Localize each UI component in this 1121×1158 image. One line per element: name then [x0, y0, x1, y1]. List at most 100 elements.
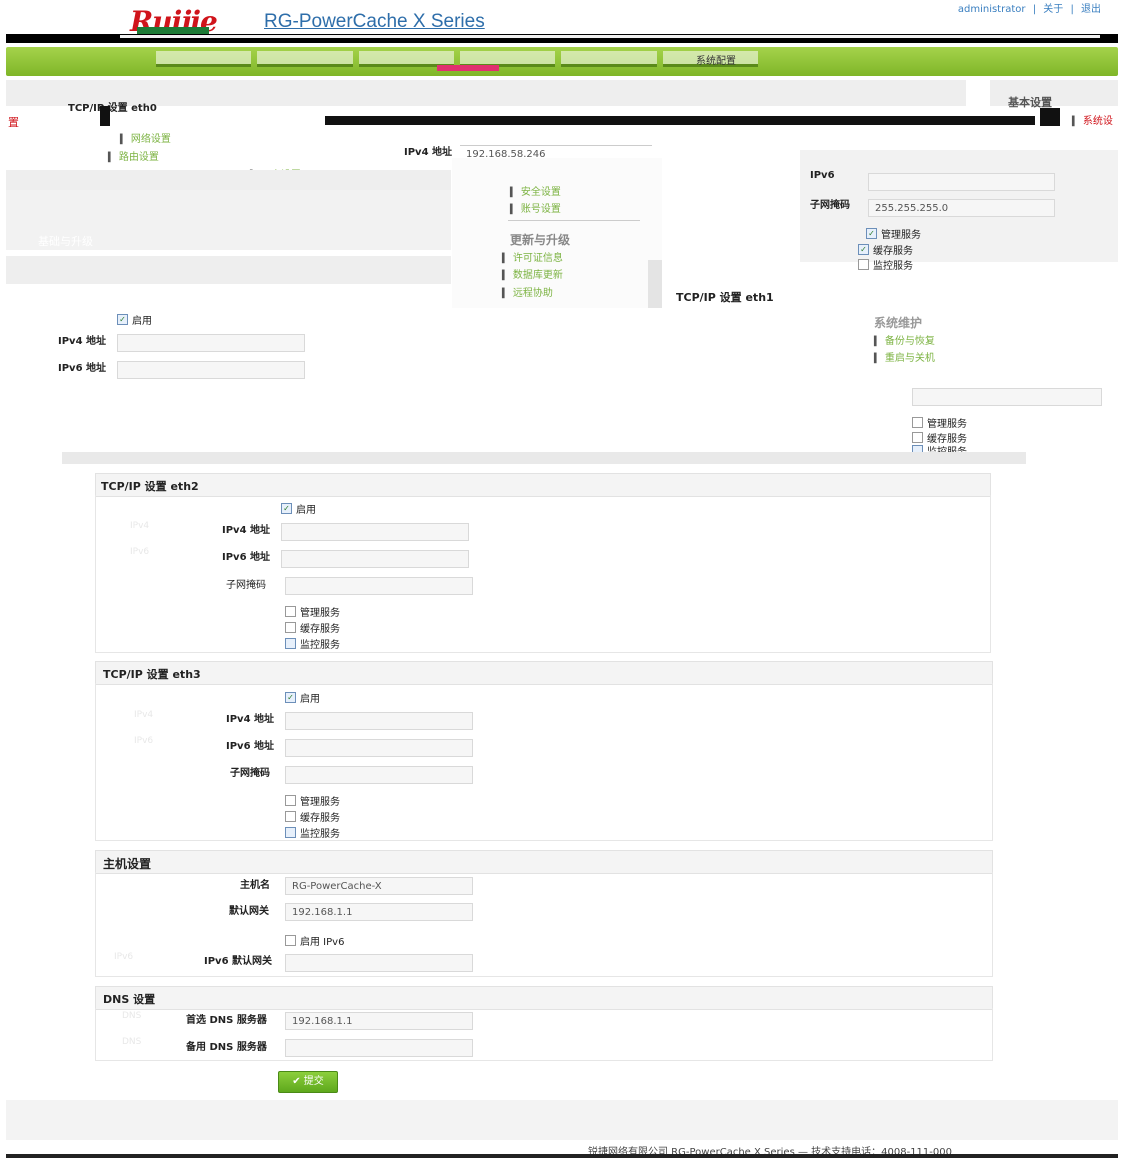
eth1-cache-service[interactable]: 缓存服务 [912, 430, 967, 445]
checkbox-label: 监控服务 [300, 640, 340, 651]
eth1-ipv6-input[interactable] [117, 361, 305, 379]
eth2-panel [95, 495, 991, 653]
nav-item[interactable] [561, 51, 657, 67]
sidebar-group: 基础与升级 [38, 235, 93, 248]
top-links: administrator | 关于 | 退出 [956, 0, 1103, 15]
menu-item-remote[interactable]: 远程协助 [502, 284, 553, 299]
admin-link[interactable]: administrator [956, 4, 1028, 15]
checkbox-label: 缓存服务 [873, 246, 913, 257]
nav-item[interactable] [156, 51, 252, 67]
nav-item[interactable] [257, 51, 353, 67]
eth3-enable[interactable]: ✓ 启用 [285, 690, 320, 705]
menu-group-update: 更新与升级 [510, 233, 571, 247]
eth1-mgmt-service[interactable]: 管理服务 [912, 415, 967, 430]
checkbox[interactable] [285, 935, 296, 946]
host-titlebar [95, 850, 993, 874]
checkbox[interactable] [912, 432, 923, 443]
checkbox[interactable] [285, 811, 296, 822]
checkbox[interactable] [912, 417, 923, 428]
right-subnet-label: 子网掩码 [810, 200, 850, 211]
checkbox[interactable]: ✓ [285, 692, 296, 703]
right-subnet-input[interactable]: 255.255.255.0 [868, 199, 1055, 217]
enable-ipv6[interactable]: 启用 IPv6 [285, 933, 344, 948]
checkbox[interactable]: ✓ [281, 503, 292, 514]
header-divider-highlight [120, 35, 1100, 38]
eth3-titlebar [95, 661, 993, 685]
eth3-ipv6-input[interactable] [285, 739, 473, 757]
primary-dns-input[interactable]: 192.168.1.1 [285, 1012, 473, 1030]
sidebar-item-network[interactable]: 网络设置 [120, 130, 171, 145]
eth2-titlebar [95, 473, 991, 497]
eth3-monitor-service[interactable]: 监控服务 [285, 825, 340, 840]
eth2-ipv6-input[interactable] [281, 550, 469, 568]
checkbox[interactable]: ✓ [858, 244, 869, 255]
gateway-input[interactable]: 192.168.1.1 [285, 903, 473, 921]
logout-link[interactable]: 退出 [1079, 4, 1103, 15]
menu-group-maint: 系统维护 [874, 316, 923, 330]
about-link[interactable]: 关于 [1041, 4, 1065, 15]
eth2-mgmt-service[interactable]: 管理服务 [285, 604, 340, 619]
checkbox[interactable] [285, 622, 296, 633]
checkbox[interactable] [285, 827, 296, 838]
submit-button[interactable]: ✔ 提交 [278, 1071, 338, 1093]
right-monitor-service[interactable]: 监控服务 [858, 257, 913, 272]
checkbox[interactable] [285, 606, 296, 617]
band [6, 170, 451, 190]
system-setup-link[interactable]: 系统设 [1072, 112, 1113, 127]
nav-items [156, 51, 758, 67]
eth3-ipv4-input[interactable] [285, 712, 473, 730]
gateway-label: 默认网关 [229, 906, 269, 917]
checkbox-label: 启用 [300, 694, 320, 705]
eth1-ipv4-input[interactable] [117, 334, 305, 352]
hostname-label: 主机名 [240, 880, 270, 891]
eth2-enable[interactable]: ✓ 启用 [281, 501, 316, 516]
checkbox[interactable] [285, 795, 296, 806]
eth2-title: TCP/IP 设置 eth2 [101, 480, 199, 493]
band [62, 452, 1026, 464]
checkbox[interactable]: ✓ [866, 228, 877, 239]
menu-item-reboot[interactable]: 重启与关机 [874, 349, 935, 364]
eth3-mgmt-service[interactable]: 管理服务 [285, 793, 340, 808]
dns-ghost: DNS [122, 1037, 142, 1047]
separator: | [1070, 4, 1074, 15]
eth2-subnet-input[interactable] [285, 577, 473, 595]
right-cache-service[interactable]: ✓ 缓存服务 [858, 242, 913, 257]
hostname-input[interactable]: RG-PowerCache-X [285, 877, 473, 895]
checkbox[interactable] [858, 259, 869, 270]
menu-item-license[interactable]: 许可证信息 [502, 249, 563, 264]
eth3-cache-service[interactable]: 缓存服务 [285, 809, 340, 824]
right-ipv6-label: IPv6 [810, 170, 835, 181]
menu-divider [508, 220, 640, 221]
eth3-ipv6-label: IPv6 地址 [226, 741, 275, 752]
eth2-monitor-service[interactable]: 监控服务 [285, 636, 340, 651]
checkbox[interactable]: ✓ [117, 314, 128, 325]
ipv6-gateway-label: IPv6 默认网关 [204, 956, 273, 967]
eth1-title: TCP/IP 设置 eth1 [676, 291, 774, 304]
menu-scroll[interactable] [648, 260, 662, 308]
menu-item-db-update[interactable]: 数据库更新 [502, 266, 563, 281]
checkbox-label: 监控服务 [873, 261, 913, 272]
secondary-dns-input[interactable] [285, 1039, 473, 1057]
eth3-subnet-input[interactable] [285, 766, 473, 784]
menu-item-backup[interactable]: 备份与恢复 [874, 332, 935, 347]
nav-current-label[interactable]: 系统配置 [696, 52, 736, 67]
primary-dns-label: 首选 DNS 服务器 [186, 1015, 267, 1026]
eth1-enable[interactable]: ✓ 启用 [117, 312, 152, 327]
eth1-subnet-input[interactable] [912, 388, 1102, 406]
menu-item-security[interactable]: 安全设置 [510, 183, 561, 198]
eth0-ipv4-label: IPv4 地址 [404, 147, 453, 158]
sidebar-item-route[interactable]: 路由设置 [108, 148, 159, 163]
right-mgmt-service[interactable]: ✓ 管理服务 [866, 226, 921, 241]
eth2-subnet-label: 子网掩码 [226, 580, 266, 591]
eth1-ipv4-label: IPv4 地址 [58, 336, 107, 347]
eth3-ghost-ipv6: IPv6 [134, 736, 154, 746]
ipv6-gateway-input[interactable] [285, 954, 473, 972]
right-ipv6-input[interactable] [868, 173, 1055, 191]
checkbox[interactable] [285, 638, 296, 649]
sidebar-cut-label: 置 [8, 116, 19, 129]
eth2-cache-service[interactable]: 缓存服务 [285, 620, 340, 635]
eth2-ipv4-input[interactable] [281, 523, 469, 541]
checkbox-label: 缓存服务 [300, 624, 340, 635]
menu-item-account[interactable]: 账号设置 [510, 200, 561, 215]
footer-line [6, 1154, 1118, 1158]
